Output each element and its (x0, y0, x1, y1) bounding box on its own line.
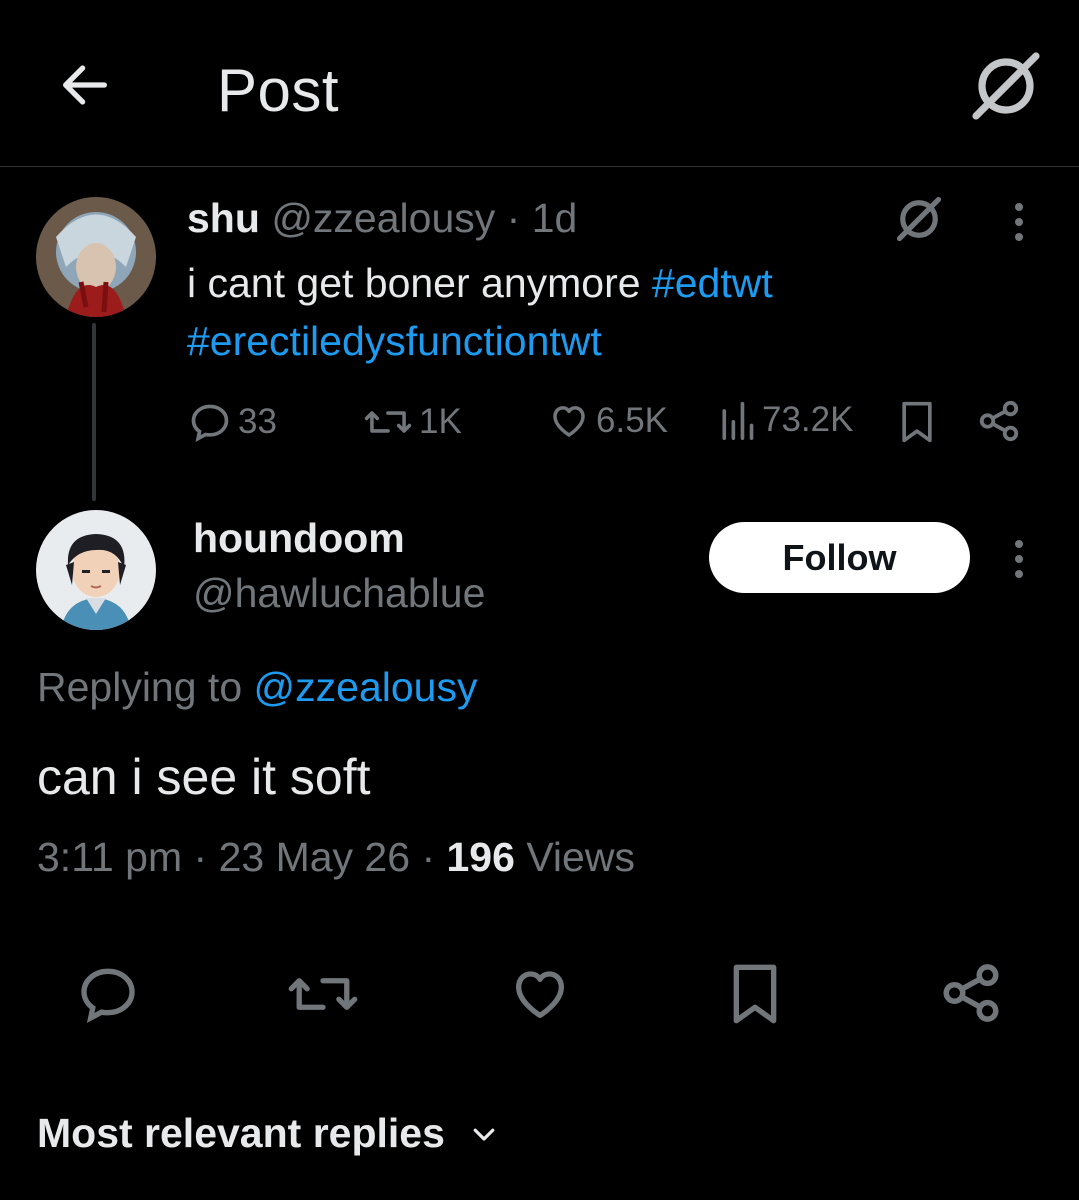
repost-action-icon[interactable] (286, 962, 360, 1026)
share-action-icon[interactable] (938, 960, 1004, 1026)
repost-icon (363, 400, 413, 444)
reply-count: 33 (238, 402, 277, 441)
parent-time[interactable]: 1d (532, 195, 578, 241)
post-meta: 3:11 pm · 23 May 26 · 196 Views (37, 834, 635, 881)
parent-post-text: i cant get boner anymore #edtwt #erectil… (187, 254, 907, 370)
parent-display-name[interactable]: shu (187, 195, 260, 241)
parent-post-header: shu @zzealousy · 1d (187, 195, 577, 242)
like-action-icon[interactable] (508, 962, 572, 1026)
post-time[interactable]: 3:11 pm (37, 834, 182, 880)
comment-icon (188, 400, 232, 444)
more-options-icon[interactable] (1000, 200, 1038, 244)
view-count: 73.2K (762, 400, 854, 439)
parent-text-plain: i cant get boner anymore (187, 260, 652, 306)
replying-prefix: Replying to (37, 664, 254, 710)
reply-count-button[interactable]: 33 (188, 400, 277, 444)
more-options-icon[interactable] (1000, 537, 1038, 581)
share-icon[interactable] (976, 398, 1022, 444)
hashtag-link[interactable]: #edtwt (652, 260, 773, 306)
hashtag-link[interactable]: #erectiledysfunctiontwt (187, 318, 602, 364)
reply-display-name[interactable]: houndoom (193, 515, 405, 562)
thread-line (92, 323, 96, 501)
follow-button[interactable]: Follow (709, 522, 970, 593)
repost-count: 1K (419, 402, 462, 441)
reply-sort-dropdown[interactable]: Most relevant replies (37, 1110, 499, 1157)
meta-separator: · (421, 834, 436, 880)
parent-separator: · (506, 195, 521, 241)
meta-separator: · (193, 834, 208, 880)
post-date[interactable]: 23 May 26 (219, 834, 410, 880)
views-count[interactable]: 196 (447, 834, 515, 880)
heart-icon (548, 400, 590, 442)
avatar-houndoom[interactable] (36, 510, 156, 630)
parent-handle[interactable]: @zzealousy (271, 195, 495, 241)
reply-handle[interactable]: @hawluchablue (193, 570, 485, 617)
header-divider (0, 166, 1079, 167)
bookmark-action-icon[interactable] (728, 962, 782, 1026)
views-label: Views (526, 834, 635, 880)
replying-handle-link[interactable]: @zzealousy (254, 664, 478, 710)
analytics-icon (718, 400, 756, 440)
like-count: 6.5K (596, 401, 668, 440)
chevron-down-icon (469, 1119, 499, 1149)
grok-icon[interactable] (893, 193, 945, 245)
page-title: Post (217, 57, 340, 124)
bookmark-icon[interactable] (898, 400, 936, 444)
back-arrow-icon[interactable] (56, 56, 114, 114)
avatar-shu[interactable] (36, 197, 156, 317)
sort-label: Most relevant replies (37, 1110, 445, 1156)
repost-count-button[interactable]: 1K (363, 400, 462, 444)
view-count-button[interactable]: 73.2K (718, 400, 853, 440)
reply-action-icon[interactable] (76, 962, 140, 1026)
reply-post-text: can i see it soft (37, 749, 371, 805)
grok-icon[interactable] (970, 50, 1042, 122)
replying-to: Replying to @zzealousy (37, 664, 477, 711)
like-count-button[interactable]: 6.5K (548, 400, 668, 442)
